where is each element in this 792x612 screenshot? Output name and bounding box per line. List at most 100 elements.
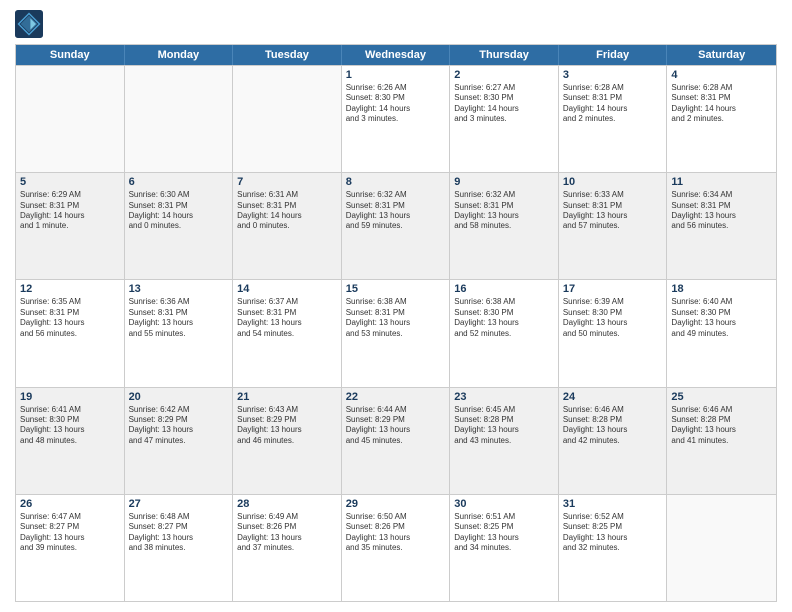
day-cell-7: 7 Sunrise: 6:31 AM Sunset: 8:31 PM Daylig… xyxy=(233,173,342,279)
day-cell-5: 5 Sunrise: 6:29 AM Sunset: 8:31 PM Daylig… xyxy=(16,173,125,279)
calendar-body: 1 Sunrise: 6:26 AM Sunset: 8:30 PM Daylig… xyxy=(16,65,776,601)
logo-icon xyxy=(15,10,43,38)
day-cell-3: 3 Sunrise: 6:28 AM Sunset: 8:31 PM Daylig… xyxy=(559,66,668,172)
day-cell-25: 25 Sunrise: 6:46 AM Sunset: 8:28 PM Dayli… xyxy=(667,388,776,494)
day-number: 3 xyxy=(563,69,663,81)
day-cell-22: 22 Sunrise: 6:44 AM Sunset: 8:29 PM Dayli… xyxy=(342,388,451,494)
day-number: 27 xyxy=(129,498,229,510)
day-cell-27: 27 Sunrise: 6:48 AM Sunset: 8:27 PM Dayli… xyxy=(125,495,234,601)
day-cell-8: 8 Sunrise: 6:32 AM Sunset: 8:31 PM Daylig… xyxy=(342,173,451,279)
day-info: Sunrise: 6:40 AM Sunset: 8:30 PM Dayligh… xyxy=(671,297,772,339)
day-info: Sunrise: 6:42 AM Sunset: 8:29 PM Dayligh… xyxy=(129,405,229,447)
day-cell-16: 16 Sunrise: 6:38 AM Sunset: 8:30 PM Dayli… xyxy=(450,280,559,386)
day-info: Sunrise: 6:48 AM Sunset: 8:27 PM Dayligh… xyxy=(129,512,229,554)
empty-cell xyxy=(233,66,342,172)
day-info: Sunrise: 6:51 AM Sunset: 8:25 PM Dayligh… xyxy=(454,512,554,554)
day-number: 29 xyxy=(346,498,446,510)
day-number: 25 xyxy=(671,391,772,403)
day-cell-13: 13 Sunrise: 6:36 AM Sunset: 8:31 PM Dayli… xyxy=(125,280,234,386)
empty-cell xyxy=(125,66,234,172)
day-cell-14: 14Sunrise: 6:37 AM Sunset: 8:31 PM Dayli… xyxy=(233,280,342,386)
day-cell-9: 9 Sunrise: 6:32 AM Sunset: 8:31 PM Daylig… xyxy=(450,173,559,279)
day-number: 1 xyxy=(346,69,446,81)
day-number: 31 xyxy=(563,498,663,510)
day-cell-21: 21 Sunrise: 6:43 AM Sunset: 8:29 PM Dayli… xyxy=(233,388,342,494)
day-cell-26: 26Sunrise: 6:47 AM Sunset: 8:27 PM Dayli… xyxy=(16,495,125,601)
day-info: Sunrise: 6:32 AM Sunset: 8:31 PM Dayligh… xyxy=(454,190,554,232)
day-number: 2 xyxy=(454,69,554,81)
day-number: 5 xyxy=(20,176,120,188)
day-cell-20: 20 Sunrise: 6:42 AM Sunset: 8:29 PM Dayli… xyxy=(125,388,234,494)
calendar-row-4: 26Sunrise: 6:47 AM Sunset: 8:27 PM Dayli… xyxy=(16,494,776,601)
day-cell-4: 4Sunrise: 6:28 AM Sunset: 8:31 PM Daylig… xyxy=(667,66,776,172)
day-info: Sunrise: 6:36 AM Sunset: 8:31 PM Dayligh… xyxy=(129,297,229,339)
header-day-friday: Friday xyxy=(559,45,668,65)
day-cell-2: 2Sunrise: 6:27 AM Sunset: 8:30 PM Daylig… xyxy=(450,66,559,172)
day-cell-18: 18 Sunrise: 6:40 AM Sunset: 8:30 PM Dayli… xyxy=(667,280,776,386)
day-info: Sunrise: 6:50 AM Sunset: 8:26 PM Dayligh… xyxy=(346,512,446,554)
day-info: Sunrise: 6:46 AM Sunset: 8:28 PM Dayligh… xyxy=(563,405,663,447)
header xyxy=(15,10,777,38)
day-cell-6: 6 Sunrise: 6:30 AM Sunset: 8:31 PM Daylig… xyxy=(125,173,234,279)
day-cell-28: 28 Sunrise: 6:49 AM Sunset: 8:26 PM Dayli… xyxy=(233,495,342,601)
day-number: 6 xyxy=(129,176,229,188)
day-number: 9 xyxy=(454,176,554,188)
calendar-row-0: 1 Sunrise: 6:26 AM Sunset: 8:30 PM Daylig… xyxy=(16,65,776,172)
day-cell-23: 23Sunrise: 6:45 AM Sunset: 8:28 PM Dayli… xyxy=(450,388,559,494)
day-number: 13 xyxy=(129,283,229,295)
day-number: 19 xyxy=(20,391,120,403)
day-number: 21 xyxy=(237,391,337,403)
day-info: Sunrise: 6:33 AM Sunset: 8:31 PM Dayligh… xyxy=(563,190,663,232)
day-number: 18 xyxy=(671,283,772,295)
day-info: Sunrise: 6:46 AM Sunset: 8:28 PM Dayligh… xyxy=(671,405,772,447)
day-info: Sunrise: 6:28 AM Sunset: 8:31 PM Dayligh… xyxy=(563,83,663,125)
day-number: 16 xyxy=(454,283,554,295)
day-info: Sunrise: 6:44 AM Sunset: 8:29 PM Dayligh… xyxy=(346,405,446,447)
calendar-row-1: 5 Sunrise: 6:29 AM Sunset: 8:31 PM Daylig… xyxy=(16,172,776,279)
day-info: Sunrise: 6:32 AM Sunset: 8:31 PM Dayligh… xyxy=(346,190,446,232)
calendar-row-3: 19Sunrise: 6:41 AM Sunset: 8:30 PM Dayli… xyxy=(16,387,776,494)
day-number: 30 xyxy=(454,498,554,510)
calendar-row-2: 12 Sunrise: 6:35 AM Sunset: 8:31 PM Dayli… xyxy=(16,279,776,386)
day-cell-24: 24Sunrise: 6:46 AM Sunset: 8:28 PM Dayli… xyxy=(559,388,668,494)
calendar: SundayMondayTuesdayWednesdayThursdayFrid… xyxy=(15,44,777,602)
day-number: 15 xyxy=(346,283,446,295)
day-cell-10: 10 Sunrise: 6:33 AM Sunset: 8:31 PM Dayli… xyxy=(559,173,668,279)
day-number: 4 xyxy=(671,69,772,81)
day-info: Sunrise: 6:47 AM Sunset: 8:27 PM Dayligh… xyxy=(20,512,120,554)
day-number: 11 xyxy=(671,176,772,188)
day-info: Sunrise: 6:29 AM Sunset: 8:31 PM Dayligh… xyxy=(20,190,120,232)
day-info: Sunrise: 6:37 AM Sunset: 8:31 PM Dayligh… xyxy=(237,297,337,339)
day-number: 12 xyxy=(20,283,120,295)
day-cell-15: 15Sunrise: 6:38 AM Sunset: 8:31 PM Dayli… xyxy=(342,280,451,386)
day-info: Sunrise: 6:38 AM Sunset: 8:30 PM Dayligh… xyxy=(454,297,554,339)
day-info: Sunrise: 6:35 AM Sunset: 8:31 PM Dayligh… xyxy=(20,297,120,339)
day-cell-29: 29 Sunrise: 6:50 AM Sunset: 8:26 PM Dayli… xyxy=(342,495,451,601)
calendar-header: SundayMondayTuesdayWednesdayThursdayFrid… xyxy=(16,45,776,65)
day-info: Sunrise: 6:49 AM Sunset: 8:26 PM Dayligh… xyxy=(237,512,337,554)
header-day-monday: Monday xyxy=(125,45,234,65)
logo xyxy=(15,10,47,38)
day-info: Sunrise: 6:43 AM Sunset: 8:29 PM Dayligh… xyxy=(237,405,337,447)
day-cell-31: 31Sunrise: 6:52 AM Sunset: 8:25 PM Dayli… xyxy=(559,495,668,601)
day-number: 20 xyxy=(129,391,229,403)
day-info: Sunrise: 6:39 AM Sunset: 8:30 PM Dayligh… xyxy=(563,297,663,339)
day-number: 28 xyxy=(237,498,337,510)
header-day-thursday: Thursday xyxy=(450,45,559,65)
page: SundayMondayTuesdayWednesdayThursdayFrid… xyxy=(0,0,792,612)
day-info: Sunrise: 6:26 AM Sunset: 8:30 PM Dayligh… xyxy=(346,83,446,125)
day-cell-17: 17 Sunrise: 6:39 AM Sunset: 8:30 PM Dayli… xyxy=(559,280,668,386)
day-info: Sunrise: 6:30 AM Sunset: 8:31 PM Dayligh… xyxy=(129,190,229,232)
day-number: 22 xyxy=(346,391,446,403)
day-info: Sunrise: 6:31 AM Sunset: 8:31 PM Dayligh… xyxy=(237,190,337,232)
day-cell-11: 11Sunrise: 6:34 AM Sunset: 8:31 PM Dayli… xyxy=(667,173,776,279)
day-cell-1: 1 Sunrise: 6:26 AM Sunset: 8:30 PM Daylig… xyxy=(342,66,451,172)
header-day-sunday: Sunday xyxy=(16,45,125,65)
day-number: 8 xyxy=(346,176,446,188)
day-number: 10 xyxy=(563,176,663,188)
header-day-saturday: Saturday xyxy=(667,45,776,65)
day-number: 7 xyxy=(237,176,337,188)
day-cell-19: 19Sunrise: 6:41 AM Sunset: 8:30 PM Dayli… xyxy=(16,388,125,494)
header-day-wednesday: Wednesday xyxy=(342,45,451,65)
day-number: 17 xyxy=(563,283,663,295)
